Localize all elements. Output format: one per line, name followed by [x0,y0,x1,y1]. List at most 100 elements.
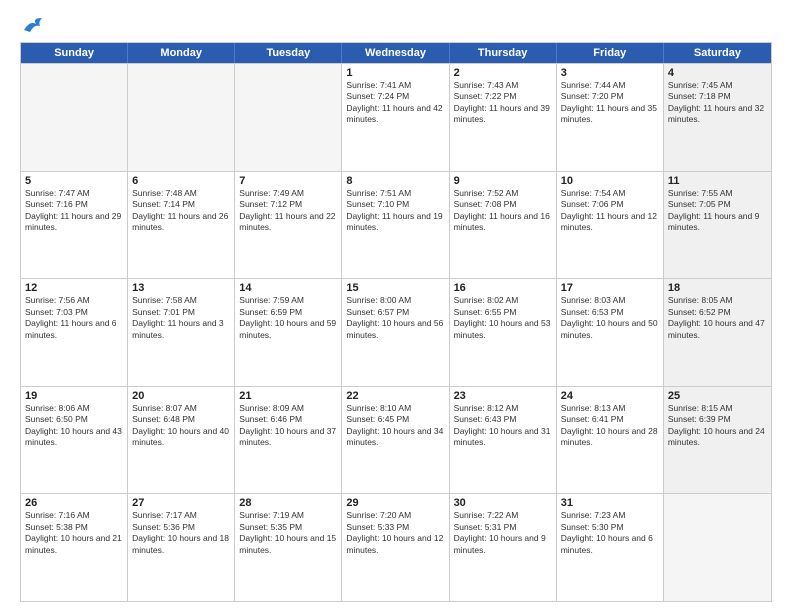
day-number: 15 [346,282,444,294]
calendar-cell: 12Sunrise: 7:56 AM Sunset: 7:03 PM Dayli… [21,279,128,386]
day-number: 13 [132,282,230,294]
day-detail: Sunrise: 8:03 AM Sunset: 6:53 PM Dayligh… [561,295,659,341]
day-number: 20 [132,390,230,402]
calendar-cell: 28Sunrise: 7:19 AM Sunset: 5:35 PM Dayli… [235,494,342,601]
calendar-cell: 29Sunrise: 7:20 AM Sunset: 5:33 PM Dayli… [342,494,449,601]
calendar-cell: 23Sunrise: 8:12 AM Sunset: 6:43 PM Dayli… [450,387,557,494]
day-detail: Sunrise: 8:10 AM Sunset: 6:45 PM Dayligh… [346,403,444,449]
day-number: 3 [561,67,659,79]
calendar: SundayMondayTuesdayWednesdayThursdayFrid… [20,42,772,602]
day-detail: Sunrise: 8:07 AM Sunset: 6:48 PM Dayligh… [132,403,230,449]
calendar-week-1: 1Sunrise: 7:41 AM Sunset: 7:24 PM Daylig… [21,63,771,171]
day-detail: Sunrise: 8:00 AM Sunset: 6:57 PM Dayligh… [346,295,444,341]
calendar-cell: 13Sunrise: 7:58 AM Sunset: 7:01 PM Dayli… [128,279,235,386]
logo-bird-icon [22,16,44,34]
calendar-cell: 15Sunrise: 8:00 AM Sunset: 6:57 PM Dayli… [342,279,449,386]
calendar-cell: 4Sunrise: 7:45 AM Sunset: 7:18 PM Daylig… [664,64,771,171]
weekday-header-saturday: Saturday [664,43,771,63]
day-detail: Sunrise: 8:15 AM Sunset: 6:39 PM Dayligh… [668,403,767,449]
calendar-cell: 20Sunrise: 8:07 AM Sunset: 6:48 PM Dayli… [128,387,235,494]
calendar-cell [21,64,128,171]
day-detail: Sunrise: 7:49 AM Sunset: 7:12 PM Dayligh… [239,188,337,234]
calendar-body: 1Sunrise: 7:41 AM Sunset: 7:24 PM Daylig… [21,63,771,601]
day-number: 10 [561,175,659,187]
calendar-cell: 30Sunrise: 7:22 AM Sunset: 5:31 PM Dayli… [450,494,557,601]
day-detail: Sunrise: 7:51 AM Sunset: 7:10 PM Dayligh… [346,188,444,234]
day-detail: Sunrise: 7:44 AM Sunset: 7:20 PM Dayligh… [561,80,659,126]
day-detail: Sunrise: 7:58 AM Sunset: 7:01 PM Dayligh… [132,295,230,341]
day-detail: Sunrise: 7:56 AM Sunset: 7:03 PM Dayligh… [25,295,123,341]
day-detail: Sunrise: 7:23 AM Sunset: 5:30 PM Dayligh… [561,510,659,556]
calendar-week-2: 5Sunrise: 7:47 AM Sunset: 7:16 PM Daylig… [21,171,771,279]
day-detail: Sunrise: 8:06 AM Sunset: 6:50 PM Dayligh… [25,403,123,449]
day-detail: Sunrise: 7:59 AM Sunset: 6:59 PM Dayligh… [239,295,337,341]
calendar-cell: 1Sunrise: 7:41 AM Sunset: 7:24 PM Daylig… [342,64,449,171]
page: SundayMondayTuesdayWednesdayThursdayFrid… [0,0,792,612]
day-number: 21 [239,390,337,402]
day-number: 4 [668,67,767,79]
calendar-cell [235,64,342,171]
weekday-header-wednesday: Wednesday [342,43,449,63]
logo [20,16,44,34]
calendar-cell: 26Sunrise: 7:16 AM Sunset: 5:38 PM Dayli… [21,494,128,601]
day-detail: Sunrise: 7:17 AM Sunset: 5:36 PM Dayligh… [132,510,230,556]
day-number: 8 [346,175,444,187]
calendar-week-5: 26Sunrise: 7:16 AM Sunset: 5:38 PM Dayli… [21,493,771,601]
day-detail: Sunrise: 7:20 AM Sunset: 5:33 PM Dayligh… [346,510,444,556]
weekday-header-monday: Monday [128,43,235,63]
calendar-week-4: 19Sunrise: 8:06 AM Sunset: 6:50 PM Dayli… [21,386,771,494]
calendar-cell: 7Sunrise: 7:49 AM Sunset: 7:12 PM Daylig… [235,172,342,279]
day-number: 16 [454,282,552,294]
day-number: 30 [454,497,552,509]
day-detail: Sunrise: 7:41 AM Sunset: 7:24 PM Dayligh… [346,80,444,126]
calendar-header: SundayMondayTuesdayWednesdayThursdayFrid… [21,43,771,63]
weekday-header-friday: Friday [557,43,664,63]
day-number: 12 [25,282,123,294]
calendar-cell: 9Sunrise: 7:52 AM Sunset: 7:08 PM Daylig… [450,172,557,279]
calendar-cell: 10Sunrise: 7:54 AM Sunset: 7:06 PM Dayli… [557,172,664,279]
calendar-cell: 8Sunrise: 7:51 AM Sunset: 7:10 PM Daylig… [342,172,449,279]
day-detail: Sunrise: 7:55 AM Sunset: 7:05 PM Dayligh… [668,188,767,234]
day-number: 28 [239,497,337,509]
day-number: 24 [561,390,659,402]
calendar-cell [664,494,771,601]
day-detail: Sunrise: 7:45 AM Sunset: 7:18 PM Dayligh… [668,80,767,126]
day-detail: Sunrise: 8:05 AM Sunset: 6:52 PM Dayligh… [668,295,767,341]
day-number: 26 [25,497,123,509]
calendar-cell: 21Sunrise: 8:09 AM Sunset: 6:46 PM Dayli… [235,387,342,494]
day-number: 19 [25,390,123,402]
weekday-header-sunday: Sunday [21,43,128,63]
day-number: 2 [454,67,552,79]
calendar-cell: 18Sunrise: 8:05 AM Sunset: 6:52 PM Dayli… [664,279,771,386]
weekday-header-thursday: Thursday [450,43,557,63]
calendar-cell: 6Sunrise: 7:48 AM Sunset: 7:14 PM Daylig… [128,172,235,279]
day-detail: Sunrise: 8:12 AM Sunset: 6:43 PM Dayligh… [454,403,552,449]
calendar-cell: 11Sunrise: 7:55 AM Sunset: 7:05 PM Dayli… [664,172,771,279]
calendar-cell: 17Sunrise: 8:03 AM Sunset: 6:53 PM Dayli… [557,279,664,386]
day-number: 29 [346,497,444,509]
day-detail: Sunrise: 7:48 AM Sunset: 7:14 PM Dayligh… [132,188,230,234]
header [20,16,772,34]
day-number: 27 [132,497,230,509]
day-number: 25 [668,390,767,402]
day-detail: Sunrise: 7:16 AM Sunset: 5:38 PM Dayligh… [25,510,123,556]
day-detail: Sunrise: 8:13 AM Sunset: 6:41 PM Dayligh… [561,403,659,449]
day-number: 17 [561,282,659,294]
day-detail: Sunrise: 7:43 AM Sunset: 7:22 PM Dayligh… [454,80,552,126]
calendar-cell: 24Sunrise: 8:13 AM Sunset: 6:41 PM Dayli… [557,387,664,494]
calendar-cell: 19Sunrise: 8:06 AM Sunset: 6:50 PM Dayli… [21,387,128,494]
day-detail: Sunrise: 7:54 AM Sunset: 7:06 PM Dayligh… [561,188,659,234]
calendar-cell: 27Sunrise: 7:17 AM Sunset: 5:36 PM Dayli… [128,494,235,601]
day-detail: Sunrise: 8:02 AM Sunset: 6:55 PM Dayligh… [454,295,552,341]
calendar-cell: 5Sunrise: 7:47 AM Sunset: 7:16 PM Daylig… [21,172,128,279]
calendar-cell: 25Sunrise: 8:15 AM Sunset: 6:39 PM Dayli… [664,387,771,494]
calendar-week-3: 12Sunrise: 7:56 AM Sunset: 7:03 PM Dayli… [21,278,771,386]
day-detail: Sunrise: 7:19 AM Sunset: 5:35 PM Dayligh… [239,510,337,556]
day-number: 6 [132,175,230,187]
day-number: 18 [668,282,767,294]
day-number: 5 [25,175,123,187]
day-number: 7 [239,175,337,187]
day-number: 22 [346,390,444,402]
calendar-cell: 2Sunrise: 7:43 AM Sunset: 7:22 PM Daylig… [450,64,557,171]
calendar-cell: 16Sunrise: 8:02 AM Sunset: 6:55 PM Dayli… [450,279,557,386]
